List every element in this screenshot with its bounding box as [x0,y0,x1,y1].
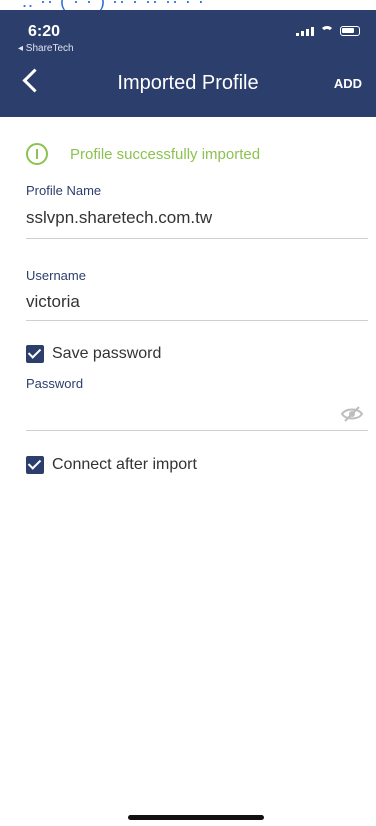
add-button[interactable]: ADD [334,76,362,91]
signal-icon [296,27,314,36]
success-banner: Profile successfully imported [26,143,260,165]
username-field[interactable]: victoria [26,292,80,312]
save-password-label: Save password [52,345,162,362]
username-label: Username [26,268,86,283]
wifi-icon [320,26,334,36]
app-header: 6:20 ◂ ShareTech Imported Profile ADD [0,10,376,117]
profile-name-field[interactable]: sslvpn.sharetech.com.tw [26,208,212,228]
status-back-to-app[interactable]: ◂ ShareTech [18,43,74,54]
page-title: Imported Profile [117,72,259,94]
password-underline [26,430,368,431]
clipped-top-text: .. ·· ( · · ) ·· · ·· ·· · · [0,0,376,10]
status-icons [296,26,360,36]
status-time: 6:20 [28,23,61,40]
info-icon [26,143,48,165]
home-indicator[interactable] [128,815,264,820]
connect-after-import-label: Connect after import [52,456,197,473]
eye-off-icon[interactable] [340,405,364,423]
success-message: Profile successfully imported [70,145,261,163]
save-password-checkbox[interactable] [26,345,44,363]
username-underline [26,320,368,321]
password-label: Password [26,376,84,391]
save-password-row[interactable]: Save password [26,345,161,363]
connect-after-import-row[interactable]: Connect after import [26,456,197,474]
connect-after-import-checkbox[interactable] [26,456,44,474]
password-field[interactable] [26,404,326,424]
profile-name-label: Profile Name [26,183,102,198]
battery-icon [340,26,360,36]
profile-name-underline [26,238,368,239]
